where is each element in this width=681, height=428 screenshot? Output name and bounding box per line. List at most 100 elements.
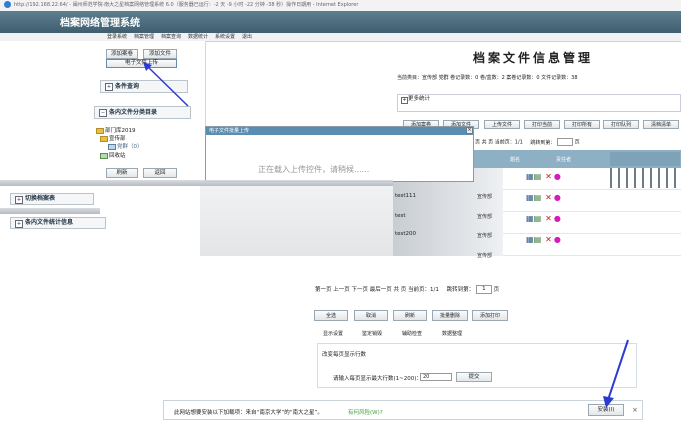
- loading-message: 正在载入上传控件，请稍候......: [258, 165, 370, 174]
- grid-header-extra-cols: [610, 152, 680, 166]
- recycle-icon: [100, 152, 108, 159]
- ie-icon: [4, 1, 11, 8]
- nav-item-settings[interactable]: 系统设置: [215, 33, 235, 41]
- file-stats-label: 条内文件统计信息: [25, 219, 74, 226]
- toolbar-clear-list-button[interactable]: 清档清单: [643, 120, 679, 129]
- page-title: 档案文件信息管理: [473, 51, 594, 65]
- attach-icon[interactable]: ●: [554, 214, 561, 223]
- window-title: http://192.168.22.64/ - 闽州师范学院·南大之星档案网络管…: [14, 2, 359, 8]
- row-ops: ▦▤ ✕ ●: [526, 193, 561, 202]
- expand-icon: +: [15, 196, 23, 204]
- tree-recycle[interactable]: 回收站: [100, 151, 126, 159]
- nav-item-query[interactable]: 档案查询: [161, 33, 181, 41]
- setting-label: 请输入每页显示最大行数(1~200)：: [333, 376, 422, 382]
- extra-cols: [610, 168, 680, 188]
- attach-icon[interactable]: ●: [554, 172, 561, 181]
- delete-icon[interactable]: ✕: [545, 172, 552, 181]
- query-panel-label: 条件查询: [115, 83, 140, 90]
- row-ops: ▦▤ ✕ ●: [526, 172, 561, 181]
- tree-leaf-label: 党群（0）: [117, 144, 143, 150]
- row-dept: 宣传部: [477, 233, 493, 239]
- tree-root[interactable]: 部门库2019: [96, 126, 136, 134]
- tab-display-settings[interactable]: 显示设置: [323, 330, 343, 337]
- batch-delete-button[interactable]: 批量删除: [432, 310, 468, 321]
- submit-button[interactable]: 提交: [456, 372, 492, 382]
- left-strip: [0, 208, 100, 214]
- tree-child[interactable]: 宣传部: [100, 134, 126, 142]
- row-title[interactable]: test: [395, 213, 406, 219]
- jump-label: 跳转到第：: [446, 287, 475, 293]
- dialog-close-button[interactable]: ×: [466, 127, 473, 134]
- refresh-button[interactable]: 刷新: [106, 168, 138, 178]
- add-print-button[interactable]: 添加打印: [472, 310, 508, 321]
- bottom-pager: 第一页 上一页 下一页 最后一页 共 页 当前页：1/1 跳转到第： 1 页: [315, 285, 499, 294]
- toolbar-print-queue-button[interactable]: 打印队列: [603, 120, 639, 129]
- left-strip: [0, 180, 100, 186]
- delete-icon[interactable]: ✕: [545, 235, 552, 244]
- add-file-button[interactable]: 添加文件: [143, 49, 177, 59]
- jump-input[interactable]: [557, 138, 574, 146]
- edit-icon[interactable]: ▦: [526, 214, 534, 223]
- tree-leaf[interactable]: 党群（0）: [108, 142, 143, 150]
- tab-assist-check[interactable]: 辅助检查: [402, 330, 422, 337]
- top-pager: 页 共 页 当前页：1/1 跳转到第： 页: [475, 138, 580, 146]
- toolbar-print-current-button[interactable]: 打印当前: [524, 120, 560, 129]
- col-name-header: 题名: [510, 157, 521, 163]
- annotation-arrow-icon: [603, 339, 629, 408]
- nav-item-logout[interactable]: 退出: [242, 33, 252, 41]
- switch-table-header[interactable]: + 切换档案表: [10, 193, 94, 205]
- folder-icon: [96, 127, 104, 134]
- nav-item-archive[interactable]: 档案管理: [134, 33, 154, 41]
- rows-per-page-input[interactable]: 20: [420, 373, 452, 381]
- setting-title: 改变每页显示行数: [322, 352, 367, 358]
- back-button[interactable]: 返回: [143, 168, 177, 178]
- row-dept: 宣传部: [477, 214, 493, 220]
- toolbar-print-all-button[interactable]: 打印所有: [564, 120, 600, 129]
- category-panel-label: 条内文件分类目录: [109, 109, 158, 116]
- tab-data-organize[interactable]: 数据整理: [442, 330, 462, 337]
- col-owner-header: 责任者: [556, 157, 572, 163]
- bottom-pager-text: 第一页 上一页 下一页 最后一页 共 页 当前页：1/1: [315, 287, 439, 293]
- expand-icon: +: [105, 83, 113, 91]
- toolbar-upload-button[interactable]: 上传文件: [484, 120, 520, 129]
- tree-recycle-label: 回收站: [109, 153, 126, 159]
- jump-suffix: 页: [574, 139, 580, 146]
- folder-open-icon: [108, 143, 116, 150]
- select-all-button[interactable]: 全选: [314, 310, 348, 321]
- row-dept: 宣传部: [477, 253, 493, 259]
- add-volume-button[interactable]: 添加案卷: [106, 49, 138, 59]
- expand-icon: +: [15, 220, 23, 228]
- delete-icon[interactable]: ✕: [545, 193, 552, 202]
- risk-link[interactable]: 有何风险(W)?: [348, 408, 383, 416]
- upload-dialog-title: 电子文件批量上传: [206, 127, 473, 135]
- nav-item-stats[interactable]: 数据统计: [188, 33, 208, 41]
- jump-label: 跳转到第：: [530, 139, 556, 146]
- row-ops: ▦▤ ✕ ●: [526, 214, 561, 223]
- app-title: 档案网络管理系统: [60, 18, 140, 29]
- jump-bottom-input[interactable]: 1: [475, 285, 492, 294]
- print-icon[interactable]: ▤: [534, 193, 542, 202]
- row-ops: ▦▤ ✕ ●: [526, 235, 561, 244]
- print-icon[interactable]: ▤: [534, 172, 542, 181]
- record-stats: 当前类目：宣传部 党群 卷记录数：0 卷/盒数：2 案卷记录数：0 文件记录数：…: [397, 75, 578, 81]
- attach-icon[interactable]: ●: [554, 193, 561, 202]
- close-icon: ×: [467, 127, 472, 133]
- edit-icon[interactable]: ▦: [526, 193, 534, 202]
- annotation-arrow-icon: [143, 62, 189, 107]
- more-stats-label: 更多统计: [408, 96, 431, 102]
- file-stats-header[interactable]: + 条内文件统计信息: [10, 217, 106, 229]
- print-icon[interactable]: ▤: [534, 214, 542, 223]
- more-stats-panel[interactable]: + 更多统计: [397, 94, 681, 112]
- cancel-button[interactable]: 取消: [354, 310, 388, 321]
- nav-item-login[interactable]: 登录系统: [107, 33, 127, 41]
- print-icon[interactable]: ▤: [534, 235, 542, 244]
- edit-icon[interactable]: ▦: [526, 172, 534, 181]
- edit-icon[interactable]: ▦: [526, 235, 534, 244]
- refresh-list-button[interactable]: 刷新: [393, 310, 427, 321]
- tab-appraisal[interactable]: 鉴定销毁: [362, 330, 382, 337]
- delete-icon[interactable]: ✕: [545, 214, 552, 223]
- expand-icon: +: [401, 97, 408, 104]
- row-title[interactable]: test200: [395, 231, 416, 237]
- row-title[interactable]: test111: [395, 193, 416, 199]
- attach-icon[interactable]: ●: [554, 235, 561, 244]
